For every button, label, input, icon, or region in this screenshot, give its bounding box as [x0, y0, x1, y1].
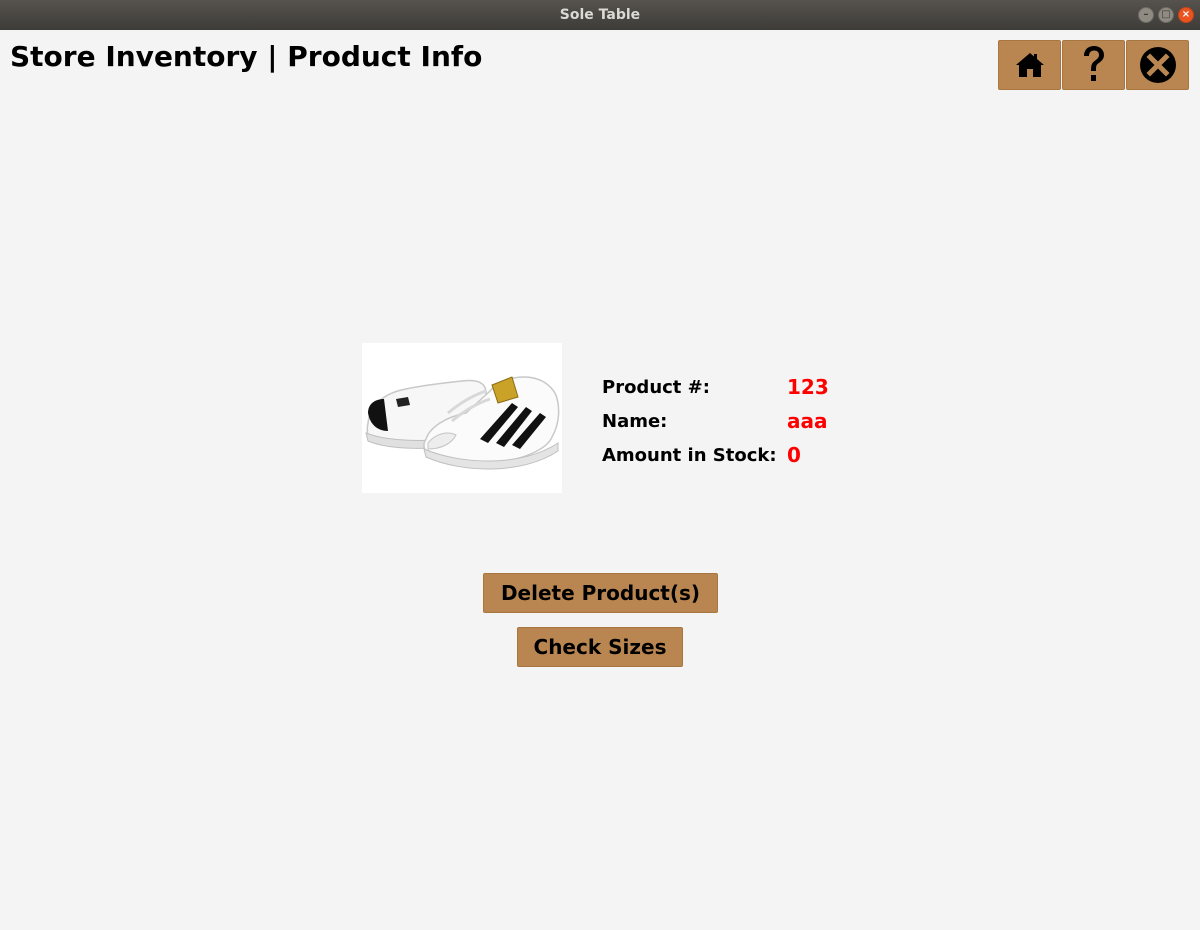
product-name-value: aaa — [787, 409, 828, 433]
close-circle-icon — [1139, 47, 1176, 83]
product-info: Product #: 123 Name: aaa Amount in Stock… — [602, 370, 829, 472]
stock-amount-value: 0 — [787, 443, 801, 467]
help-icon — [1083, 46, 1104, 81]
help-button[interactable] — [1062, 40, 1125, 90]
minimize-icon: – — [1143, 9, 1149, 20]
product-name-label: Name: — [602, 410, 668, 432]
product-number-value: 123 — [787, 375, 829, 399]
product-image — [362, 343, 562, 493]
maximize-icon: □ — [1161, 9, 1171, 20]
product-name-row: Name: aaa — [602, 404, 829, 438]
maximize-button[interactable]: □ — [1158, 7, 1174, 23]
window-titlebar: Sole Table – □ × — [0, 0, 1200, 30]
stock-amount-row: Amount in Stock: 0 — [602, 438, 829, 472]
product-number-row: Product #: 123 — [602, 370, 829, 404]
minimize-button[interactable]: – — [1138, 7, 1154, 23]
home-icon — [1015, 53, 1044, 77]
exit-button[interactable] — [1126, 40, 1189, 90]
window-close-icon: × — [1181, 9, 1191, 20]
delete-products-button[interactable]: Delete Product(s) — [483, 573, 718, 613]
window-close-button[interactable]: × — [1178, 7, 1194, 23]
page-title: Store Inventory | Product Info — [10, 40, 483, 73]
toolbar — [998, 40, 1189, 90]
home-button[interactable] — [998, 40, 1061, 90]
stock-amount-label: Amount in Stock: — [602, 444, 777, 466]
check-sizes-button[interactable]: Check Sizes — [517, 627, 683, 667]
window-title: Sole Table — [559, 7, 641, 23]
window-controls: – □ × — [1138, 7, 1194, 23]
sneaker-image — [365, 376, 560, 470]
product-number-label: Product #: — [602, 376, 710, 398]
